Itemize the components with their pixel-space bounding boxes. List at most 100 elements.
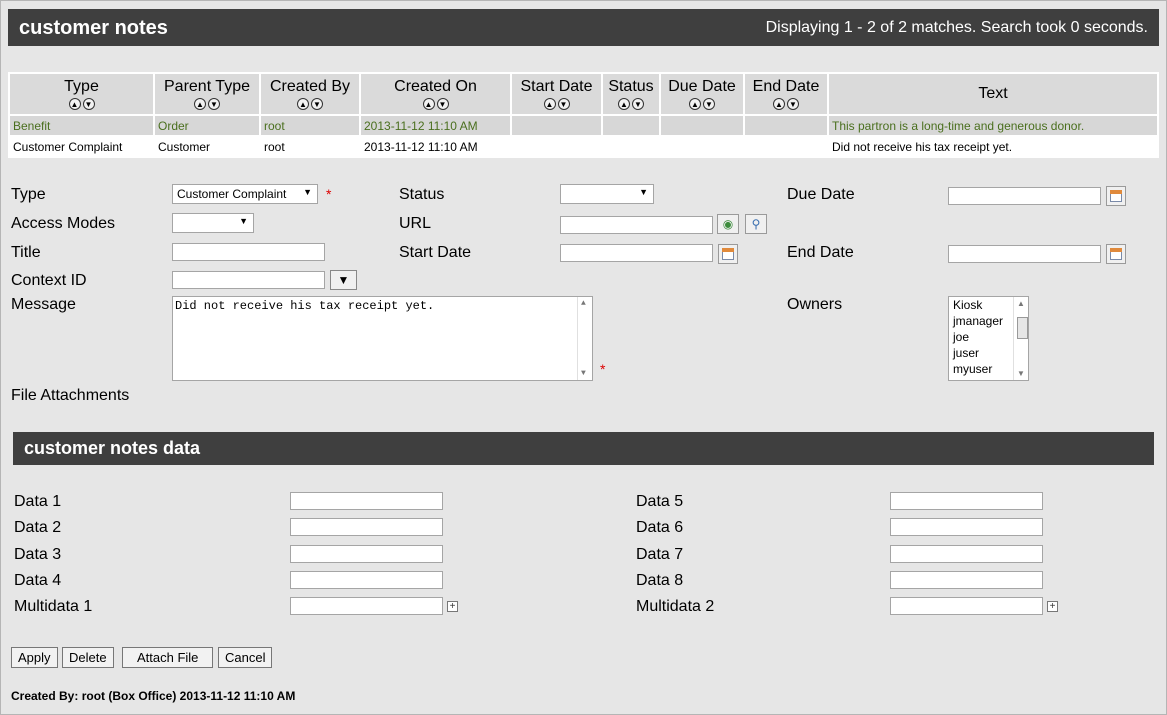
cell-created-by: root xyxy=(261,116,359,135)
data-section-header: customer notes data xyxy=(13,432,1154,465)
notes-table: Type ▲ ▼ Parent Type ▲ ▼ Created By ▲ ▼ Create… xyxy=(8,72,1159,158)
col-label: Type xyxy=(64,78,99,95)
cell-text: Did not receive his tax receipt yet. xyxy=(829,137,1157,156)
expand-plus-icon[interactable]: + xyxy=(447,601,458,612)
sort-desc-icon[interactable]: ▼ xyxy=(557,98,570,110)
delete-button[interactable]: Delete xyxy=(62,647,114,668)
data3-label: Data 3 xyxy=(14,546,62,563)
sort-asc-icon[interactable]: ▲ xyxy=(773,98,785,110)
end-date-label: End Date xyxy=(787,244,854,261)
end-date-input[interactable] xyxy=(948,245,1101,263)
data2-label: Data 2 xyxy=(14,519,62,536)
sort-asc-icon[interactable]: ▲ xyxy=(194,98,206,110)
col-header-created-by[interactable]: Created By ▲ ▼ xyxy=(261,74,359,114)
sort-desc-icon[interactable]: ▼ xyxy=(436,98,449,110)
globe-button[interactable]: ◉ xyxy=(717,214,739,234)
created-by-footer: Created By: root (Box Office) 2013-11-12… xyxy=(11,689,296,703)
col-label: End Date xyxy=(752,78,820,95)
cell-text: This partron is a long-time and generous… xyxy=(829,116,1157,135)
calendar-icon[interactable] xyxy=(1106,244,1126,264)
data-section-title: customer notes data xyxy=(24,438,201,458)
scroll-thumb[interactable] xyxy=(1017,317,1028,339)
context-id-label: Context ID xyxy=(11,272,87,289)
col-header-type[interactable]: Type ▲ ▼ xyxy=(10,74,153,114)
col-header-start-date[interactable]: Start Date ▲ ▼ xyxy=(512,74,601,114)
file-attachments-label: File Attachments xyxy=(11,387,130,404)
col-header-created-on[interactable]: Created On ▲ ▼ xyxy=(361,74,510,114)
message-text: Did not receive his tax receipt yet. xyxy=(175,299,435,313)
sort-asc-icon[interactable]: ▲ xyxy=(422,98,435,110)
col-label: Created On xyxy=(394,78,477,95)
multidata1-input[interactable] xyxy=(290,597,443,615)
attach-file-button[interactable]: Attach File xyxy=(122,647,214,668)
apply-button[interactable]: Apply xyxy=(11,647,58,668)
url-input[interactable] xyxy=(560,216,713,234)
type-select[interactable]: Customer Complaint ▼ xyxy=(172,184,318,204)
sort-asc-icon[interactable]: ▲ xyxy=(297,98,309,110)
title-input[interactable] xyxy=(172,243,325,261)
cell-created-on: 2013-11-12 11:10 AM xyxy=(361,137,510,156)
sort-buttons: ▲ ▼ xyxy=(745,97,827,110)
cell-due-date xyxy=(661,137,743,156)
sort-desc-icon[interactable]: ▼ xyxy=(703,98,715,110)
cell-start-date xyxy=(512,116,601,135)
cell-parent-type: Order xyxy=(155,116,259,135)
search-button[interactable]: ⚲ xyxy=(745,214,767,234)
col-header-parent-type[interactable]: Parent Type ▲ ▼ xyxy=(155,74,259,114)
sort-asc-icon[interactable]: ▲ xyxy=(689,98,701,110)
status-select[interactable]: ▼ xyxy=(560,184,654,204)
calendar-icon[interactable] xyxy=(718,244,738,264)
url-label: URL xyxy=(399,215,432,232)
col-header-status[interactable]: Status ▲ ▼ xyxy=(603,74,659,114)
data2-input[interactable] xyxy=(290,518,443,536)
context-id-dropdown-button[interactable]: ▼ xyxy=(330,270,357,290)
cell-end-date xyxy=(745,116,827,135)
col-header-end-date[interactable]: End Date ▲ ▼ xyxy=(745,74,827,114)
owners-listbox[interactable]: Kiosk jmanager joe juser myuser ▲ ▼ xyxy=(948,296,1029,381)
scroll-down-icon[interactable]: ▼ xyxy=(1017,369,1025,378)
sort-desc-icon[interactable]: ▼ xyxy=(311,98,323,110)
start-date-input[interactable] xyxy=(560,244,713,262)
sort-desc-icon[interactable]: ▼ xyxy=(787,98,799,110)
expand-plus-icon[interactable]: + xyxy=(1047,601,1058,612)
table-row[interactable]: Customer Complaint Customer root 2013-11… xyxy=(10,137,1157,156)
data3-input[interactable] xyxy=(290,545,443,563)
context-id-input[interactable] xyxy=(172,271,325,289)
calendar-icon[interactable] xyxy=(1106,186,1126,206)
data7-input[interactable] xyxy=(890,545,1043,563)
chevron-down-icon: ▼ xyxy=(639,187,648,197)
scroll-up-icon[interactable]: ▲ xyxy=(1017,299,1025,308)
message-scrollbar[interactable]: ▲ ▼ xyxy=(577,297,592,380)
access-modes-select[interactable]: ▼ xyxy=(172,213,254,233)
sort-asc-icon[interactable]: ▲ xyxy=(543,98,556,110)
cell-type: Customer Complaint xyxy=(10,137,153,156)
table-row[interactable]: Benefit Order root 2013-11-12 11:10 AM T… xyxy=(10,116,1157,135)
data6-label: Data 6 xyxy=(636,519,684,536)
col-header-due-date[interactable]: Due Date ▲ ▼ xyxy=(661,74,743,114)
owners-scrollbar[interactable]: ▲ ▼ xyxy=(1013,297,1028,380)
multidata2-input[interactable] xyxy=(890,597,1043,615)
sort-buttons: ▲ ▼ xyxy=(603,97,659,110)
cell-start-date xyxy=(512,137,601,156)
scroll-down-icon[interactable]: ▼ xyxy=(581,369,586,378)
cancel-button[interactable]: Cancel xyxy=(218,647,273,668)
globe-icon: ◉ xyxy=(722,217,734,231)
data4-input[interactable] xyxy=(290,571,443,589)
data5-input[interactable] xyxy=(890,492,1043,510)
sort-buttons: ▲ ▼ xyxy=(10,97,153,110)
data1-input[interactable] xyxy=(290,492,443,510)
data8-input[interactable] xyxy=(890,571,1043,589)
scroll-up-icon[interactable]: ▲ xyxy=(581,299,586,308)
sort-desc-icon[interactable]: ▼ xyxy=(82,98,95,110)
sort-desc-icon[interactable]: ▼ xyxy=(208,98,220,110)
message-textarea[interactable]: Did not receive his tax receipt yet. ▲ ▼ xyxy=(172,296,593,381)
sort-desc-icon[interactable]: ▼ xyxy=(632,98,644,110)
data6-input[interactable] xyxy=(890,518,1043,536)
sort-buttons: ▲ ▼ xyxy=(661,97,743,110)
chevron-down-icon: ▼ xyxy=(239,216,248,226)
type-label: Type xyxy=(11,186,46,203)
sort-asc-icon[interactable]: ▲ xyxy=(68,98,81,110)
sort-asc-icon[interactable]: ▲ xyxy=(618,98,630,110)
due-date-input[interactable] xyxy=(948,187,1101,205)
cell-status xyxy=(603,137,659,156)
